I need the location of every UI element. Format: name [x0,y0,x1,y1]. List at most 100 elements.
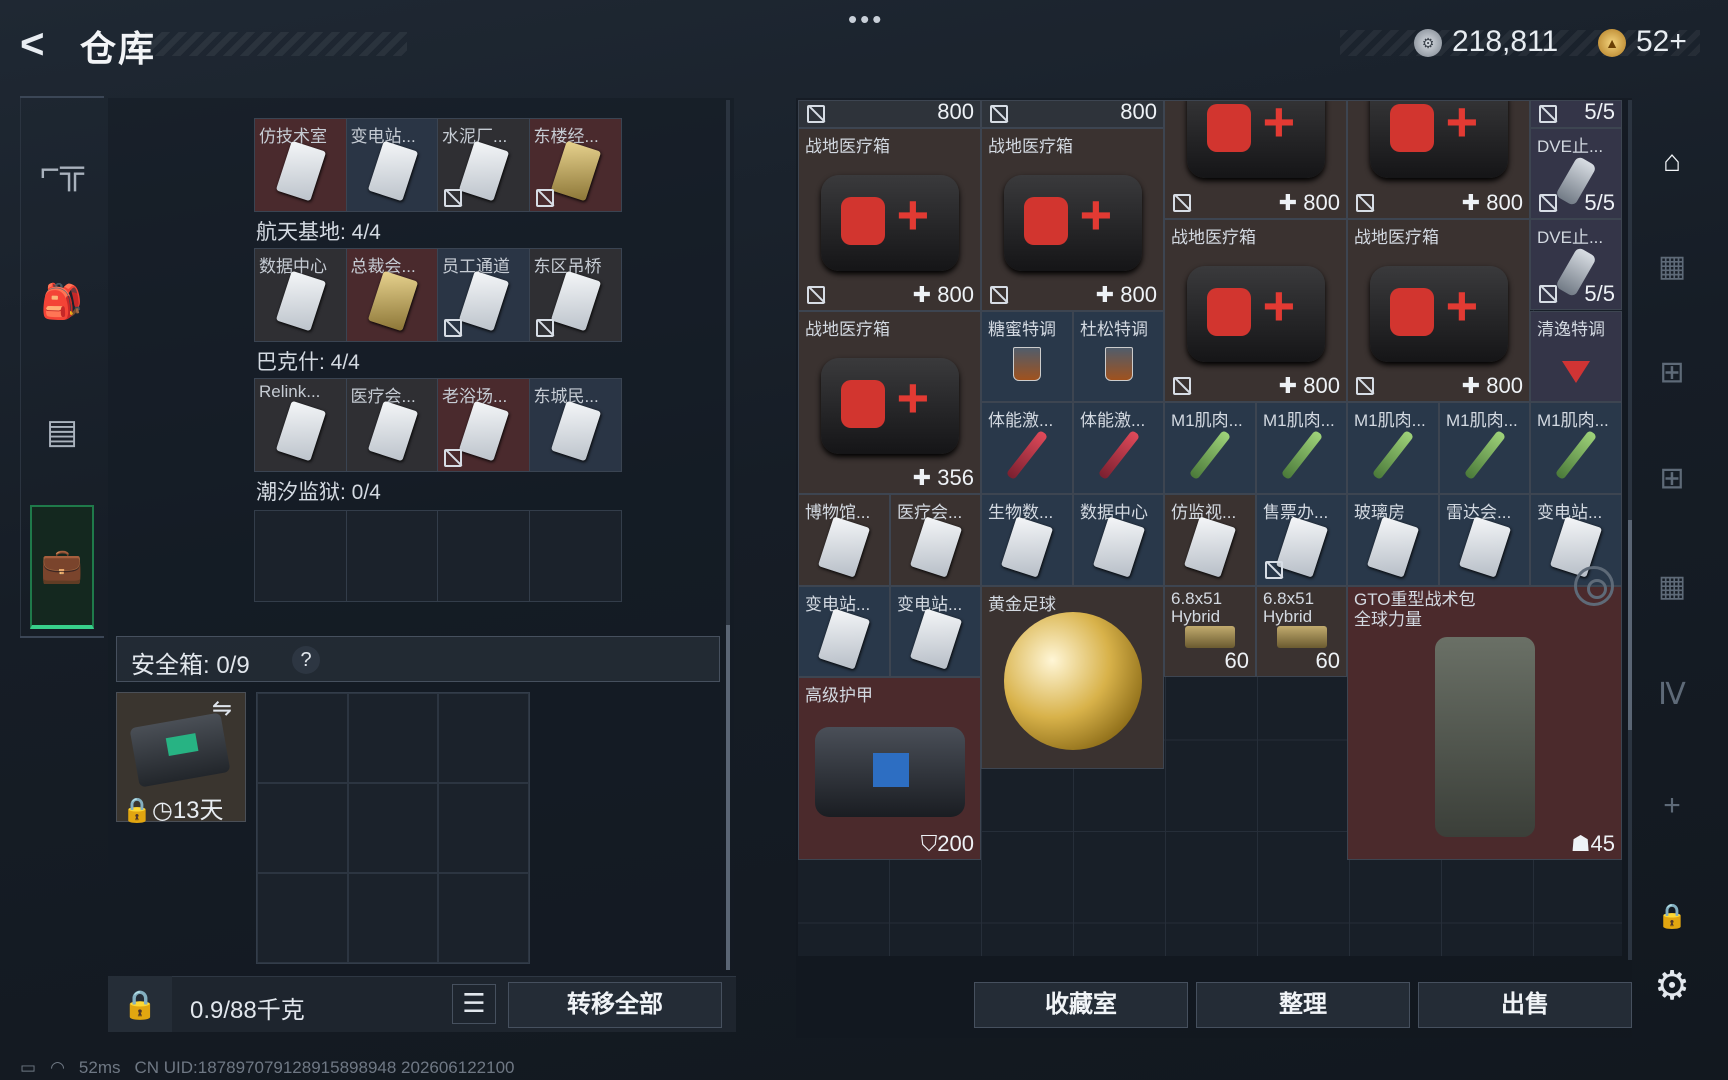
inventory-item[interactable]: M1肌肉... [1347,402,1439,494]
battery-icon: ▭ [20,1058,37,1077]
inventory-item[interactable]: 高级护甲 ⛉200 [798,677,981,860]
collection-cell[interactable]: 东城民... [529,379,621,471]
storage-scrollbar-thumb[interactable] [1628,520,1632,730]
inventory-item[interactable]: 战地医疗箱✚ 800 [1347,219,1530,402]
collection-cell[interactable]: 员工通道 [438,249,530,341]
inventory-item[interactable]: GTO重型战术包 全球力量 ☗45 [1347,586,1622,860]
inventory-item[interactable]: ✚ 800 [1347,100,1530,219]
vest-icon[interactable]: ▤ [24,392,100,472]
collection-cell[interactable]: 水泥厂... [438,119,530,211]
inventory-item[interactable]: 变电站... [798,586,890,677]
safebox-slot[interactable] [438,873,529,963]
transfer-all-button[interactable]: 转移全部 [508,982,722,1028]
inventory-item[interactable]: 仿监视... [1164,494,1256,586]
add-box-icon[interactable]: ⊞ [1646,346,1698,398]
collection-cell[interactable] [347,511,438,601]
safebox-slot[interactable] [257,693,348,783]
collection-cell[interactable]: 变电站... [346,119,438,211]
inventory-item[interactable]: 糖蜜特调 [981,311,1073,402]
keycard-icon [550,400,601,462]
collection-cell[interactable] [438,511,530,601]
safebox-slot[interactable] [347,873,439,963]
inventory-item[interactable]: 变电站... [890,586,981,677]
help-icon[interactable]: ? [292,646,320,674]
inventory-item[interactable]: 医疗会... [890,494,981,586]
more-menu-icon[interactable]: ••• [848,4,884,35]
add-icon[interactable]: + [1646,780,1698,832]
folder-icon[interactable]: ▦ [1646,240,1698,292]
collection-cell[interactable]: 数据中心 [255,249,347,341]
inventory-item[interactable]: 体能激... [981,402,1073,494]
base-icon[interactable]: ⌂ [1646,136,1698,188]
inventory-item[interactable]: 数据中心 [1073,494,1164,586]
collection-cell[interactable]: 老浴场... [438,379,530,471]
inventory-item[interactable]: 战地医疗箱✚ 356 [798,311,981,494]
inventory-item[interactable]: 清逸特调 [1530,311,1622,402]
collection-title: 航天基地: 4/4 [256,221,381,244]
collection-cell[interactable]: Relink... [255,379,347,471]
safebox-slot[interactable] [347,783,439,873]
collection-cell[interactable]: 东区吊桥 [529,249,621,341]
collection-cell[interactable]: 东楼经... [529,119,621,211]
inventory-item[interactable]: 800 [798,100,981,128]
inventory-item[interactable]: M1肌肉... [1439,402,1530,494]
back-button[interactable]: < [20,22,60,66]
collection-cell[interactable] [530,511,622,601]
swap-icon[interactable]: ⇋ [212,694,232,723]
tier-icon[interactable]: Ⅳ [1646,668,1698,720]
keycard-icon [909,516,962,578]
inventory-item[interactable]: 5/5 [1530,100,1622,128]
syringe-icon [1371,430,1415,481]
sell-button[interactable]: 出售 [1418,982,1632,1028]
inventory-item[interactable]: 战地医疗箱✚ 800 [798,128,981,311]
inventory-item[interactable]: 杜松特调 [1073,311,1164,402]
inventory-item[interactable]: 战地医疗箱✚ 800 [1164,219,1347,402]
inventory-item[interactable]: ✚ 800 [1164,100,1347,219]
inventory-item[interactable]: 体能激... [1073,402,1164,494]
inventory-item[interactable]: 6.8x51 Hybrid 60 [1164,586,1256,677]
collection-cell[interactable]: 仿技术室 [255,119,347,211]
keycard-icon [909,608,962,670]
collection-room-button[interactable]: 收藏室 [974,982,1188,1028]
inventory-item[interactable]: 雷达会... [1439,494,1530,586]
inventory-item[interactable]: 博物馆... [798,494,890,586]
safebox-slot[interactable] [257,873,348,963]
safebox-slot[interactable] [347,693,439,783]
inventory-item[interactable]: 玻璃房 [1347,494,1439,586]
safebox-slot[interactable] [257,783,348,873]
list-view-button[interactable]: ☰ [452,984,496,1024]
medkit-icon [1003,175,1142,272]
add-box-icon[interactable]: ⊞ [1646,452,1698,504]
safebox-slot[interactable] [438,783,529,873]
inventory-item[interactable]: 6.8x51 Hybrid 60 [1256,586,1347,677]
inventory-item[interactable]: 黄金足球 [981,586,1164,769]
inventory-item[interactable]: M1肌肉... [1164,402,1256,494]
no-drop-icon [1173,377,1191,395]
inventory-item[interactable]: DVE止... 5/5 [1530,128,1622,219]
backpack-icon[interactable]: 🎒 [24,262,100,342]
keycard-icon [1458,516,1511,578]
inventory-item[interactable]: M1肌肉... [1256,402,1347,494]
target-icon[interactable] [1574,566,1614,606]
no-drop-icon [444,449,462,467]
inventory-item[interactable]: DVE止... 5/5 [1530,219,1622,310]
weight-lock-icon[interactable]: 🔒 [108,976,172,1032]
gun-icon[interactable]: ⌐╦ [24,130,100,210]
gear-icon[interactable]: ⚙ [1646,960,1698,1012]
folder-icon[interactable]: ▦ [1646,560,1698,612]
collection-cell[interactable] [255,511,347,601]
lock-icon[interactable]: 🔒 [1646,890,1698,942]
keycard-icon [1275,516,1328,578]
inventory-item[interactable]: 战地医疗箱✚ 800 [981,128,1164,311]
collection-cell[interactable]: 总裁会... [346,249,438,341]
inventory-item[interactable]: M1肌肉... [1530,402,1622,494]
sort-button[interactable]: 整理 [1196,982,1410,1028]
safebox-slot[interactable] [438,693,529,783]
inventory-item[interactable]: 售票办... [1256,494,1347,586]
inventory-item[interactable]: 生物数... [981,494,1073,586]
collection-cell[interactable]: 医疗会... [346,379,438,471]
keycard-icon [367,140,418,202]
left-scrollbar-thumb[interactable] [726,625,730,970]
inventory-item[interactable]: 800 [981,100,1164,128]
briefcase-icon[interactable]: 💼 [30,505,94,629]
